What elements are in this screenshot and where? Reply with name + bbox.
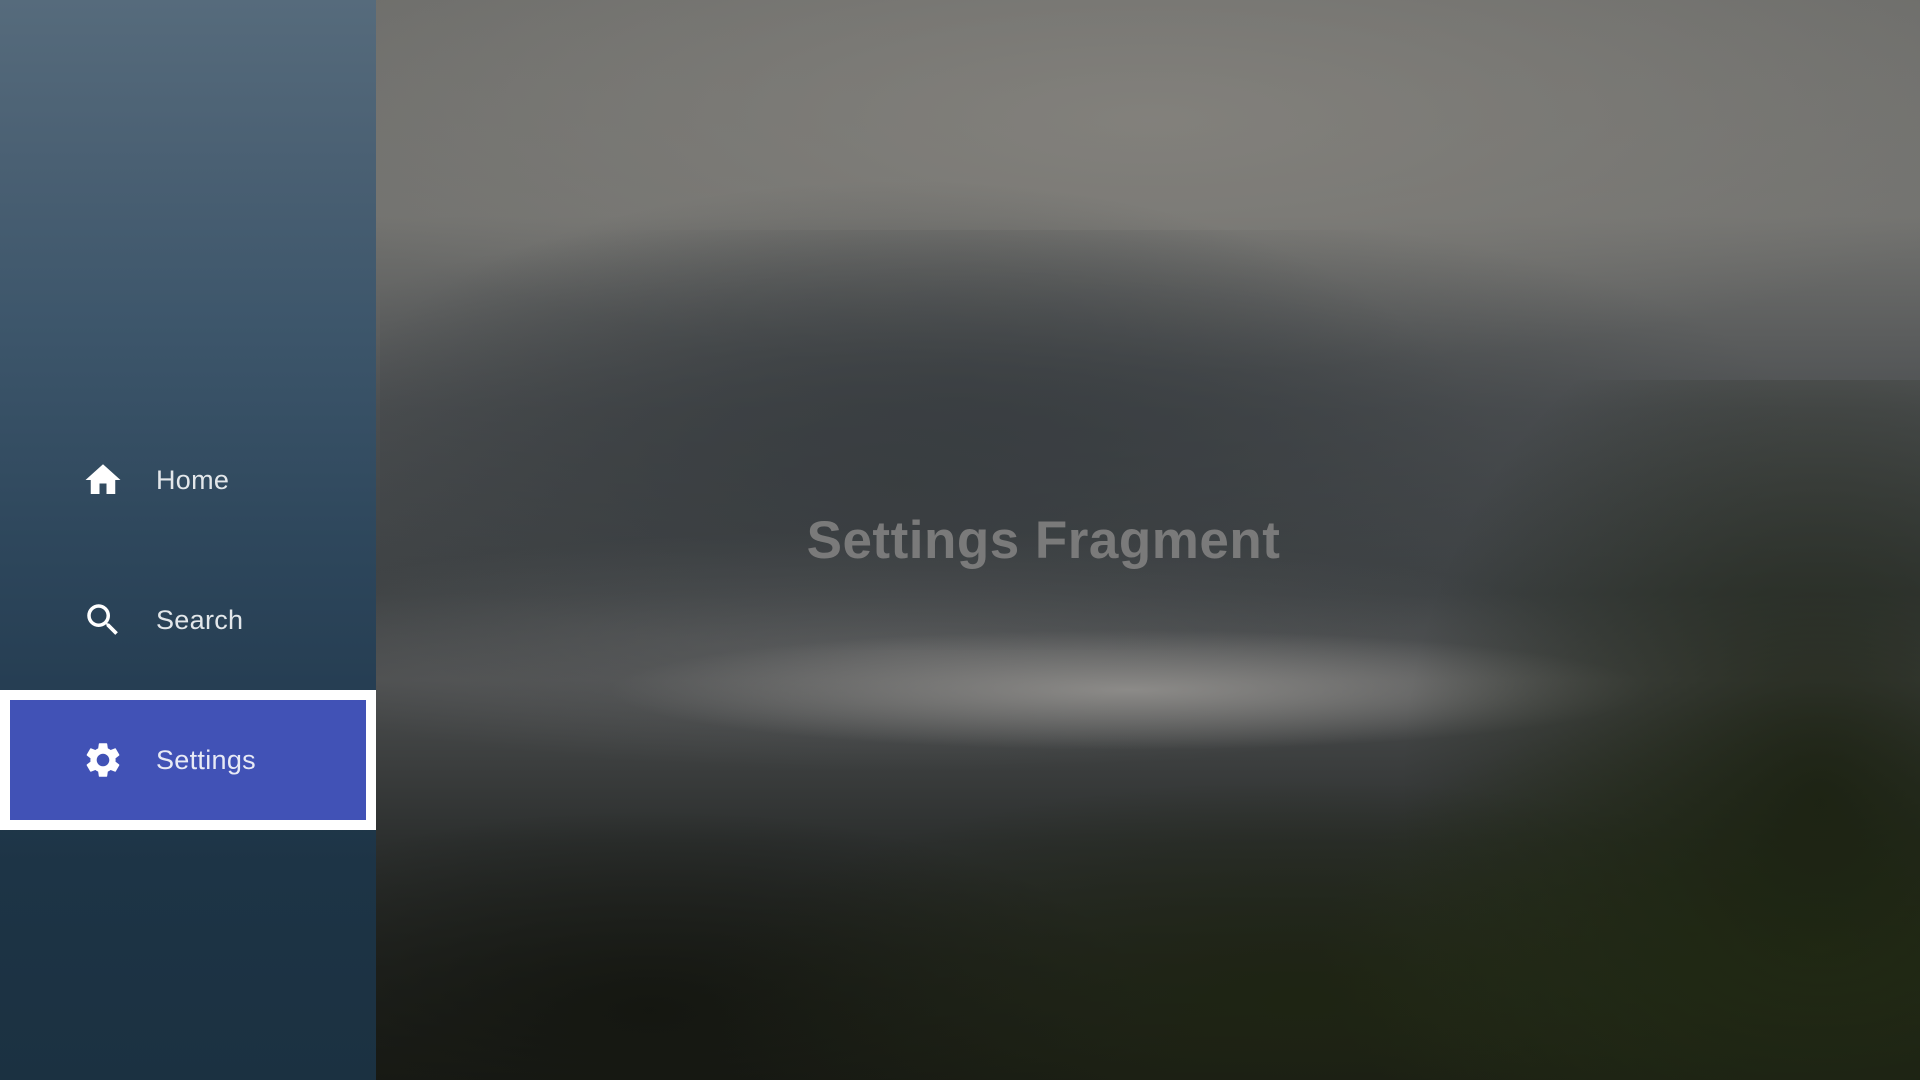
main-content: Settings Fragment — [376, 0, 1920, 1080]
sidebar-item-label: Settings — [156, 744, 256, 775]
page-title: Settings Fragment — [806, 511, 1281, 570]
sidebar-item-label: Search — [156, 604, 244, 635]
app-screen: Home Search Settings Settings Fragment — [0, 0, 1920, 1080]
sidebar-item-label: Home — [156, 464, 230, 495]
home-icon — [82, 459, 124, 501]
sidebar-item-settings[interactable]: Settings — [0, 690, 376, 830]
sidebar-item-search[interactable]: Search — [0, 550, 376, 690]
search-icon — [82, 599, 124, 641]
navigation-sidebar: Home Search Settings — [0, 0, 376, 1080]
sidebar-item-home[interactable]: Home — [0, 410, 376, 550]
settings-icon — [82, 739, 124, 781]
sidebar-nav: Home Search Settings — [0, 410, 376, 830]
